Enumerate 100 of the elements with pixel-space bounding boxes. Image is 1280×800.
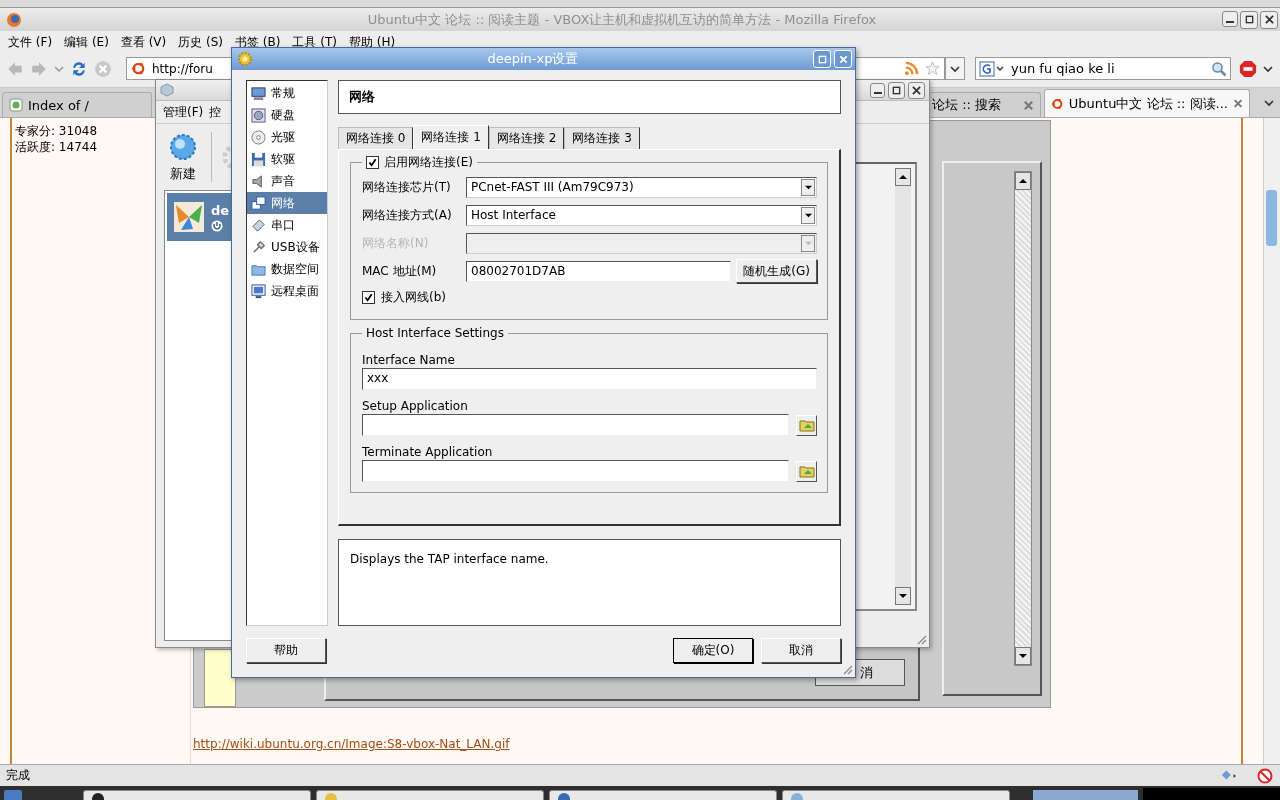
ubuntu-logo-icon xyxy=(131,61,146,76)
text-field[interactable] xyxy=(362,460,789,482)
power-icon xyxy=(211,219,223,232)
reload-icon[interactable] xyxy=(70,59,88,78)
maximize-icon xyxy=(817,54,827,64)
category-item[interactable]: 远程桌面 xyxy=(247,280,327,302)
minimize-icon xyxy=(1226,20,1234,23)
tab[interactable]: 网络连接 3 xyxy=(564,127,640,149)
scrollbar[interactable] xyxy=(1263,118,1280,764)
browse-button[interactable] xyxy=(796,460,817,482)
group-title: Host Interface Settings xyxy=(366,326,504,340)
dropdown-arrow-icon xyxy=(804,211,812,219)
star-icon[interactable] xyxy=(925,61,940,76)
ubuntu-logo-icon xyxy=(1051,96,1064,111)
category-item[interactable]: 网络 xyxy=(247,192,327,214)
close-icon xyxy=(912,85,921,95)
dropdown[interactable]: PCnet-FAST III (Am79C973) xyxy=(466,176,817,198)
text-field[interactable] xyxy=(362,414,789,436)
status-text: 完成 xyxy=(6,767,30,784)
workspace-switcher[interactable] xyxy=(1033,790,1138,800)
tab-list-icon[interactable] xyxy=(1264,98,1274,108)
field-label: Interface Name xyxy=(362,352,455,368)
category-item[interactable]: 硬盘 xyxy=(247,104,327,126)
checkbox[interactable] xyxy=(362,290,375,304)
menu-item[interactable]: 书签 (B) xyxy=(229,34,287,51)
category-item[interactable]: 常规 xyxy=(247,82,327,104)
section-heading: 网络 xyxy=(338,80,841,114)
field-label: 网络连接芯片(T) xyxy=(362,178,452,196)
close-button[interactable] xyxy=(908,81,925,99)
close-icon[interactable] xyxy=(1232,98,1243,109)
search-engine-icon[interactable] xyxy=(979,60,1007,77)
browse-button[interactable] xyxy=(796,414,817,436)
text-field[interactable]: xxx xyxy=(362,368,817,390)
category-item[interactable]: 软驱 xyxy=(247,148,327,170)
ok-button[interactable]: 确定(O) xyxy=(673,638,753,663)
page-icon xyxy=(9,98,23,112)
close-icon xyxy=(838,54,848,64)
down-arrow-icon xyxy=(1019,652,1027,660)
category-item[interactable]: 数据空间 xyxy=(247,258,327,280)
minimize-button[interactable] xyxy=(1222,10,1238,27)
close-icon[interactable] xyxy=(1023,99,1034,111)
minimize-button[interactable] xyxy=(870,82,885,98)
menu-item[interactable]: 工具 (T) xyxy=(286,34,343,51)
search-text: yun fu qiao ke li xyxy=(1011,61,1116,76)
field-label: Terminate Application xyxy=(362,444,493,460)
generate-button[interactable]: 随机生成(G) xyxy=(736,259,817,283)
taskbar-button[interactable] xyxy=(83,790,311,800)
network-icon xyxy=(251,195,266,211)
maximize-button[interactable] xyxy=(1240,10,1258,29)
scrollbar[interactable] xyxy=(895,168,911,605)
image-link[interactable]: http://wiki.ubuntu.org.cn/Image:S8-vbox-Nat_LAN.gif xyxy=(193,737,1241,751)
menu-item[interactable]: 查看 (V) xyxy=(114,34,173,51)
menu-item[interactable]: 帮助 (H) xyxy=(343,34,402,51)
maximize-button[interactable] xyxy=(888,81,905,99)
menu-item[interactable]: 历史 (S) xyxy=(172,34,230,51)
minimize-icon xyxy=(873,91,882,94)
menu-item[interactable]: 管理(F) xyxy=(160,103,207,121)
display-icon xyxy=(251,283,266,299)
search-field[interactable]: yun fu qiao ke li xyxy=(975,57,1231,80)
window-title: Ubuntu中文 论坛 :: 阅读主题 - VBOX让主机和虚拟机互访的简单方法 - Mozilla Firefox xyxy=(366,10,878,29)
text-field[interactable]: 08002701D7AB xyxy=(466,260,732,282)
user-stat: 活跃度: 14744 xyxy=(15,139,99,155)
field-label: Setup Application xyxy=(362,398,468,414)
resize-grip[interactable] xyxy=(841,663,853,675)
close-button[interactable] xyxy=(1260,10,1278,29)
adblock-icon[interactable] xyxy=(1239,59,1257,78)
cube-icon xyxy=(160,83,174,97)
tab[interactable]: 网络连接 2 xyxy=(488,127,565,149)
browser-tab[interactable]: Ubuntu中文 论坛 :: 阅读... xyxy=(1044,89,1250,117)
category-item[interactable]: USB设备 xyxy=(247,236,327,258)
category-item[interactable]: 光驱 xyxy=(247,126,327,148)
url-text: http://foru xyxy=(152,61,213,76)
search-icon[interactable] xyxy=(1211,60,1227,77)
new-button[interactable]: 新建 xyxy=(164,131,202,183)
no-script-icon[interactable] xyxy=(1256,767,1274,784)
browser-tab[interactable]: Index of / xyxy=(2,92,152,117)
user-stat: 专家分: 31048 xyxy=(15,123,99,139)
menu-item[interactable]: 控 xyxy=(206,103,225,121)
dropdown-arrow-icon xyxy=(804,183,812,191)
up-arrow-icon xyxy=(899,173,907,181)
history-dropdown[interactable] xyxy=(945,57,965,80)
checkbox-label: 启用网络连接(E) xyxy=(384,154,473,171)
dropdown[interactable]: Host Interface xyxy=(466,204,817,226)
dialog-title: deepin-xp设置 xyxy=(486,50,580,68)
checkbox[interactable] xyxy=(366,156,379,169)
resize-grip[interactable] xyxy=(915,633,927,645)
tab[interactable]: 网络连接 0 xyxy=(338,127,414,149)
rss-icon[interactable] xyxy=(904,61,919,76)
category-item[interactable]: 声音 xyxy=(247,170,327,192)
help-button[interactable]: 帮助 xyxy=(246,638,326,663)
globe-icon xyxy=(6,11,22,28)
dropdown-icon[interactable] xyxy=(1263,63,1273,74)
menu-item[interactable]: 文件 (F) xyxy=(2,34,59,51)
browser-tab[interactable]: 论坛 :: 搜索 xyxy=(929,92,1041,117)
menu-item[interactable]: 编辑 (E) xyxy=(58,34,115,51)
down-arrow-icon xyxy=(899,592,907,600)
disk-icon xyxy=(251,107,266,123)
tab[interactable]: 网络连接 1 xyxy=(413,125,489,149)
dropdown[interactable] xyxy=(466,232,817,254)
category-item[interactable]: 串口 xyxy=(247,214,327,236)
